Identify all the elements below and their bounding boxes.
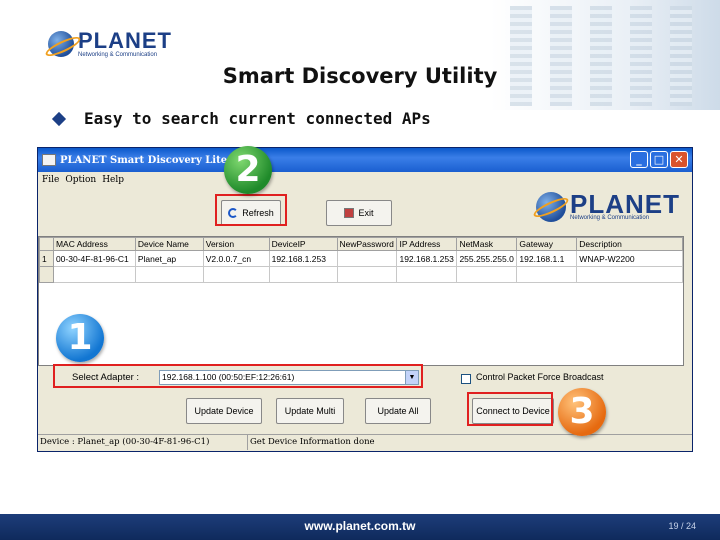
update-all-button[interactable]: Update All <box>365 398 431 424</box>
slide-title: Smart Discovery Utility <box>222 64 498 88</box>
exit-label: Exit <box>358 208 374 218</box>
step-2-badge: 2 <box>224 146 272 194</box>
table-cell <box>576 266 683 283</box>
exit-icon <box>344 208 355 218</box>
table-cell <box>52 266 136 283</box>
globe-icon <box>536 192 566 222</box>
device-table[interactable]: MAC Address Device Name Version DeviceIP… <box>38 236 684 366</box>
server-rack-image <box>510 6 532 106</box>
globe-icon <box>48 31 74 57</box>
server-rack-image <box>630 6 652 106</box>
force-broadcast-label: Control Packet Force Broadcast <box>476 372 604 382</box>
table-row <box>39 266 683 283</box>
server-rack-image <box>670 6 692 106</box>
footer-url: www.planet.com.tw <box>304 519 416 533</box>
adapter-highlight <box>53 364 423 388</box>
column-header[interactable]: NewPassword <box>336 237 398 251</box>
column-header[interactable]: Version <box>202 237 270 251</box>
diamond-bullet-icon <box>51 111 67 126</box>
refresh-highlight <box>215 194 287 226</box>
status-device: Device : Planet_ap (00-30-4F-81-96-C1) <box>38 435 248 450</box>
slide-footer: www.planet.com.tw 19 / 24 <box>0 514 720 540</box>
cell-device-ip[interactable]: 192.168.1.253 <box>268 250 338 267</box>
close-button[interactable]: ✕ <box>670 151 688 168</box>
column-header[interactable]: DeviceIP <box>268 237 338 251</box>
page-number: 19 / 24 <box>668 521 696 531</box>
status-bar: Device : Planet_ap (00-30-4F-81-96-C1) G… <box>38 434 692 450</box>
maximize-button[interactable]: □ <box>650 151 668 168</box>
table-cell <box>268 266 338 283</box>
cell-gateway[interactable]: 192.168.1.1 <box>516 250 578 267</box>
table-cell <box>336 266 398 283</box>
cell-version[interactable]: V2.0.0.7_cn <box>202 250 270 267</box>
server-rack-image <box>550 6 572 106</box>
column-header[interactable]: Device Name <box>134 237 204 251</box>
server-rack-image <box>590 6 612 106</box>
menu-option[interactable]: Option <box>65 172 96 188</box>
table-row[interactable]: 1 00-30-4F-81-96-C1 Planet_ap V2.0.0.7_c… <box>39 250 683 267</box>
column-header[interactable]: IP Address <box>396 237 458 251</box>
table-cell <box>202 266 270 283</box>
row-index <box>39 266 54 283</box>
bullet-text: Easy to search current connected APs <box>84 109 431 128</box>
minimize-button[interactable]: _ <box>630 151 648 168</box>
step-3-badge: 3 <box>558 388 606 436</box>
column-header[interactable]: Description <box>576 237 683 251</box>
table-cell <box>516 266 578 283</box>
header-background <box>490 0 720 110</box>
column-header[interactable]: NetMask <box>456 237 518 251</box>
force-broadcast-checkbox[interactable] <box>461 374 471 384</box>
update-device-button[interactable]: Update Device <box>186 398 262 424</box>
column-header[interactable]: Gateway <box>516 237 578 251</box>
window-title: PLANET Smart Discovery Lite <box>60 154 228 166</box>
exit-button[interactable]: Exit <box>326 200 392 226</box>
column-header[interactable]: MAC Address <box>52 237 136 251</box>
cell-ip-address[interactable]: 192.168.1.253 <box>396 250 458 267</box>
menu-bar: File Option Help <box>38 172 692 188</box>
cell-netmask[interactable]: 255.255.255.0 <box>456 250 518 267</box>
planet-logo: PLANET Networking & Communication <box>48 30 172 58</box>
window-titlebar[interactable]: PLANET Smart Discovery Lite _ □ ✕ <box>38 148 692 172</box>
row-index: 1 <box>39 250 54 267</box>
menu-help[interactable]: Help <box>102 172 124 188</box>
cell-mac[interactable]: 00-30-4F-81-96-C1 <box>52 250 136 267</box>
app-icon <box>42 154 56 166</box>
connect-highlight <box>467 392 553 426</box>
cell-description[interactable]: WNAP-W2200 <box>576 250 683 267</box>
window-logo-text: PLANET <box>570 189 680 219</box>
table-cell <box>134 266 204 283</box>
table-cell <box>456 266 518 283</box>
row-header-corner <box>39 237 54 251</box>
step-1-badge: 1 <box>56 314 104 362</box>
cell-new-password[interactable] <box>336 250 398 267</box>
bullet-point: Easy to search current connected APs <box>51 109 431 128</box>
table-cell <box>396 266 458 283</box>
menu-file[interactable]: File <box>42 172 59 188</box>
status-message: Get Device Information done <box>250 437 375 447</box>
toolbar: Refresh Exit PLANET Networking & Communi… <box>38 188 692 236</box>
update-multi-button[interactable]: Update Multi <box>276 398 344 424</box>
table-header-row: MAC Address Device Name Version DeviceIP… <box>39 237 683 251</box>
logo-text: PLANET <box>78 28 172 53</box>
cell-device-name[interactable]: Planet_ap <box>134 250 204 267</box>
window-planet-logo: PLANET Networking & Communication <box>536 189 680 222</box>
